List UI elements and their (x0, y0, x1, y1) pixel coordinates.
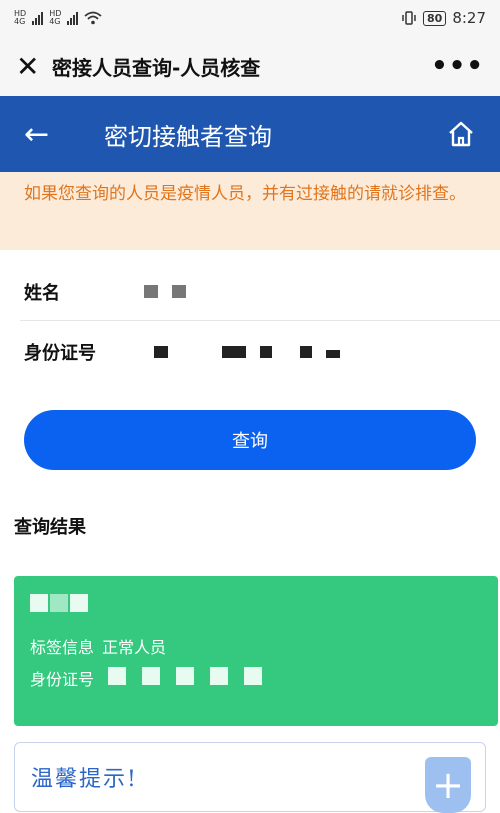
name-field[interactable]: 姓名 (0, 262, 500, 322)
name-value-redacted (144, 283, 200, 302)
result-name-redacted (30, 594, 482, 612)
vibrate-icon (402, 11, 416, 25)
result-id-row: 身份证号 (30, 664, 482, 696)
page-title: 密接人员查询-人员核查 (52, 55, 261, 80)
notice-text: 如果您查询的人员是疫情人员，并有过接触的请就诊排查。 (24, 184, 466, 204)
query-button[interactable]: 查询 (24, 410, 476, 470)
tag-info-row: 标签信息 正常人员 (30, 632, 482, 664)
network-indicator-1: HD 4G (14, 10, 26, 26)
wechat-title-bar: ✕ 密接人员查询-人员核查 ••• (0, 36, 500, 96)
tips-card: 温馨提示! + (14, 742, 486, 813)
app-header: ← 密切接触者查询 (0, 96, 500, 172)
name-label: 姓名 (24, 283, 60, 304)
clock: 8:27 (452, 9, 486, 27)
wifi-icon (84, 11, 102, 25)
tag-label: 标签信息 (30, 638, 95, 657)
more-icon[interactable]: ••• (431, 51, 484, 81)
home-icon[interactable] (446, 119, 476, 149)
close-icon[interactable]: ✕ (16, 50, 52, 83)
battery-indicator: 80 (423, 10, 447, 26)
signal-icon (67, 11, 79, 25)
result-card: 标签信息 正常人员 身份证号 (14, 576, 498, 726)
id-label: 身份证号 (24, 343, 96, 364)
result-section-title: 查询结果 (14, 517, 86, 538)
divider (20, 320, 500, 321)
network-label: 4G (14, 17, 26, 26)
tips-title: 温馨提示! (31, 767, 138, 792)
result-id-redacted (108, 664, 278, 696)
status-bar: HD 4G HD 4G 80 8:27 (0, 0, 500, 36)
signal-icon (32, 11, 44, 25)
network-label: 4G (49, 17, 61, 26)
network-indicator-2: HD 4G (49, 10, 61, 26)
id-field[interactable]: 身份证号 (0, 322, 500, 382)
tag-value: 正常人员 (102, 638, 167, 657)
result-id-label: 身份证号 (30, 670, 95, 689)
id-value-redacted (154, 343, 354, 362)
back-arrow-icon[interactable]: ← (24, 117, 104, 152)
header-title: 密切接触者查询 (104, 122, 272, 151)
notice-banner: 如果您查询的人员是疫情人员，并有过接触的请就诊排查。 (0, 172, 500, 250)
plus-shield-icon: + (425, 757, 471, 813)
